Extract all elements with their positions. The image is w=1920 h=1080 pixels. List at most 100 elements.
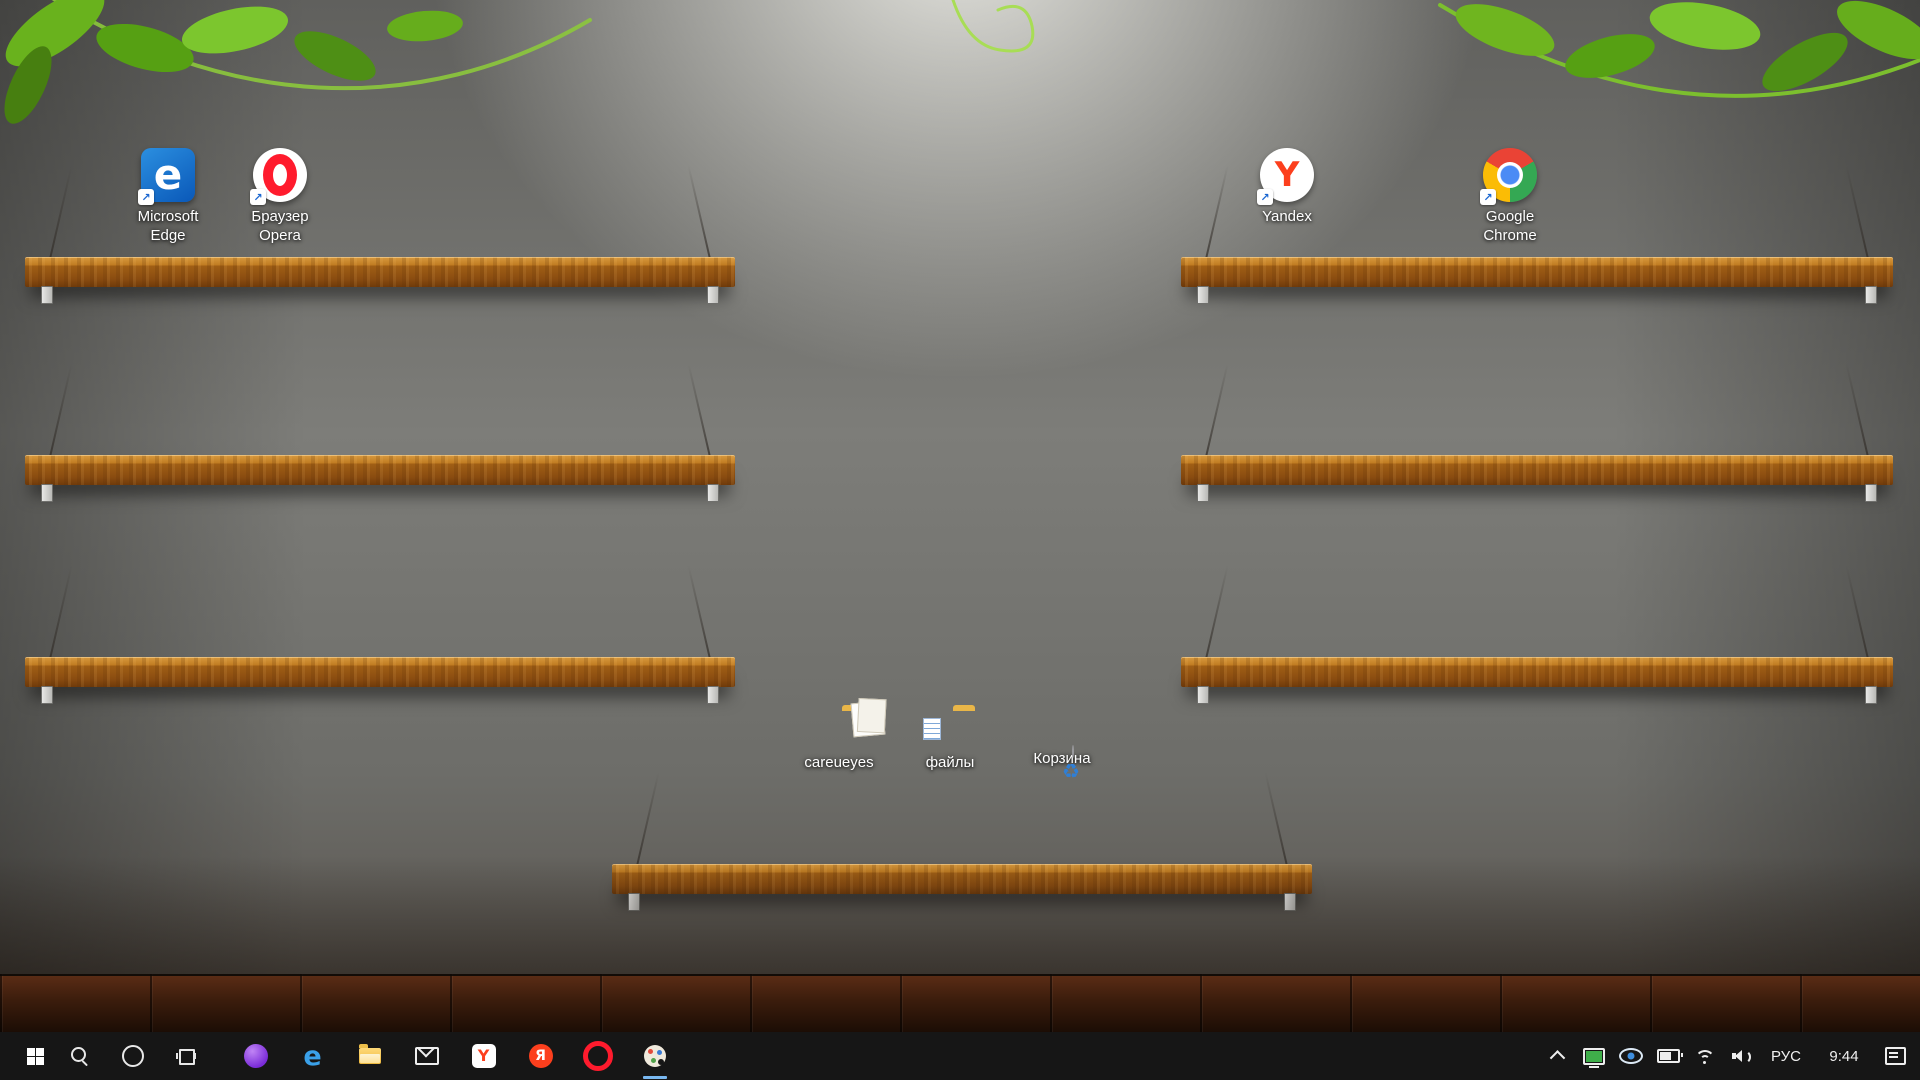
shelf [25, 363, 735, 502]
shortcut-arrow-icon: ↗ [1480, 189, 1496, 205]
tray-eye-button[interactable] [1613, 1032, 1650, 1080]
shelf-board [25, 657, 735, 687]
shelf-bracket [41, 484, 53, 502]
language-indicator[interactable]: РУС [1761, 1032, 1811, 1080]
taskbar-separator [212, 1032, 227, 1080]
search-icon [70, 1046, 90, 1066]
shelf-wire [687, 165, 711, 260]
tray-volume-button[interactable] [1724, 1032, 1761, 1080]
desktop-icon-careueyes[interactable]: careueyes [779, 700, 899, 773]
shelf-board [25, 257, 735, 287]
shelf-wire [687, 565, 711, 660]
volume-wave [1737, 1050, 1752, 1064]
palette-icon [643, 1045, 666, 1067]
floor [0, 974, 1920, 1032]
shelf-wire [1845, 363, 1869, 458]
desktop-icon-google-chrome[interactable]: ↗ Google Chrome [1450, 148, 1570, 246]
edge-icon: e [303, 1040, 322, 1072]
shelf-bracket [1865, 484, 1877, 502]
display-icon [1583, 1047, 1606, 1068]
shelf [1181, 565, 1893, 704]
shelf-bracket [1197, 686, 1209, 704]
shelf-board [25, 455, 735, 485]
shelf-wire [49, 165, 73, 260]
shelf-board [612, 864, 1312, 894]
cortana-button[interactable] [106, 1032, 159, 1080]
battery-icon [1656, 1049, 1683, 1063]
desktop-icon-label: careueyes [804, 754, 874, 771]
tray-expand-button[interactable] [1539, 1032, 1576, 1080]
desktop-icon-yandex[interactable]: Y ↗ Yandex [1227, 148, 1347, 227]
shelf-board [1181, 657, 1893, 687]
shelf-bracket [707, 686, 719, 704]
taskbar-app-opera[interactable] [569, 1032, 626, 1080]
shelf-bracket [1197, 286, 1209, 304]
running-indicator [642, 1076, 667, 1079]
yandex-icon: Y ↗ [1257, 148, 1314, 205]
tray-display-button[interactable] [1576, 1032, 1613, 1080]
shortcut-arrow-icon: ↗ [138, 189, 154, 205]
desktop-icon-label: Google Chrome [1483, 208, 1537, 244]
clock[interactable]: 9:44 [1811, 1032, 1877, 1080]
wifi-dot [1703, 1061, 1707, 1064]
desktop-icon-files[interactable]: файлы [890, 705, 1010, 773]
shelf-wire [1205, 565, 1229, 660]
shelf-wire [49, 363, 73, 458]
taskbar-app-palette[interactable] [626, 1032, 683, 1080]
chevron-up-icon [1549, 1049, 1566, 1066]
shelf-bracket [628, 893, 640, 911]
tray-battery-button[interactable] [1650, 1032, 1687, 1080]
shelf-bracket [707, 484, 719, 502]
taskbar-app-file-explorer[interactable] [341, 1032, 398, 1080]
taskbar-app-yandex-browser[interactable]: Y [455, 1032, 512, 1080]
shelf-bracket [1197, 484, 1209, 502]
shelf [25, 165, 735, 304]
system-tray: РУС 9:44 [1539, 1032, 1920, 1080]
shelf-bracket [1284, 893, 1296, 911]
taskbar-app-mail[interactable] [398, 1032, 455, 1080]
start-button[interactable] [0, 1032, 53, 1080]
opera-icon: ↗ [250, 148, 307, 205]
shortcut-arrow-icon: ↗ [250, 189, 266, 205]
shelf-wire [687, 363, 711, 458]
shortcut-arrow-icon: ↗ [1257, 189, 1273, 205]
edge-icon: e ↗ [138, 148, 195, 205]
taskbar-app-yandex[interactable]: Я [512, 1032, 569, 1080]
bin-rim [1072, 745, 1074, 758]
shelf-bracket [41, 286, 53, 304]
shelf [612, 772, 1312, 911]
mail-icon [414, 1047, 439, 1065]
search-button[interactable] [53, 1032, 106, 1080]
taskbar-left: e Y Я [0, 1032, 683, 1080]
desktop-icon-label: файлы [925, 754, 975, 771]
shelf-wire [1264, 772, 1288, 867]
purple-app-icon [243, 1044, 268, 1068]
eye-icon [1619, 1048, 1644, 1064]
tray-network-button[interactable] [1687, 1032, 1724, 1080]
shelf-wire [1205, 165, 1229, 260]
task-view-button[interactable] [159, 1032, 212, 1080]
desktop-icon-label: Microsoft Edge [137, 208, 199, 244]
shelf-bracket [1865, 286, 1877, 304]
task-view-icon [175, 1048, 196, 1065]
chrome-icon: ↗ [1480, 148, 1537, 205]
shelf [1181, 165, 1893, 304]
folder-pages [850, 700, 886, 738]
desktop-icon-opera[interactable]: ↗ Браузер Opera [220, 148, 340, 246]
shelf-bracket [1865, 686, 1877, 704]
windows-logo-icon [18, 1047, 35, 1065]
shelf-wire [1205, 363, 1229, 458]
file-explorer-icon [358, 1044, 381, 1064]
action-center-button[interactable] [1877, 1032, 1914, 1080]
shelf-wire [1845, 165, 1869, 260]
cortana-icon [121, 1045, 144, 1067]
desktop-icon-recycle-bin[interactable]: ♻ Корзина [1002, 744, 1122, 783]
shelf-board [1181, 455, 1893, 485]
taskbar-app-edge[interactable]: e [284, 1032, 341, 1080]
action-center-icon [1885, 1047, 1906, 1065]
shelf-bracket [707, 286, 719, 304]
desktop-icon-microsoft-edge[interactable]: e ↗ Microsoft Edge [108, 148, 228, 246]
taskbar-app-purple[interactable] [227, 1032, 284, 1080]
volume-icon [1732, 1048, 1752, 1064]
shelf [1181, 363, 1893, 502]
